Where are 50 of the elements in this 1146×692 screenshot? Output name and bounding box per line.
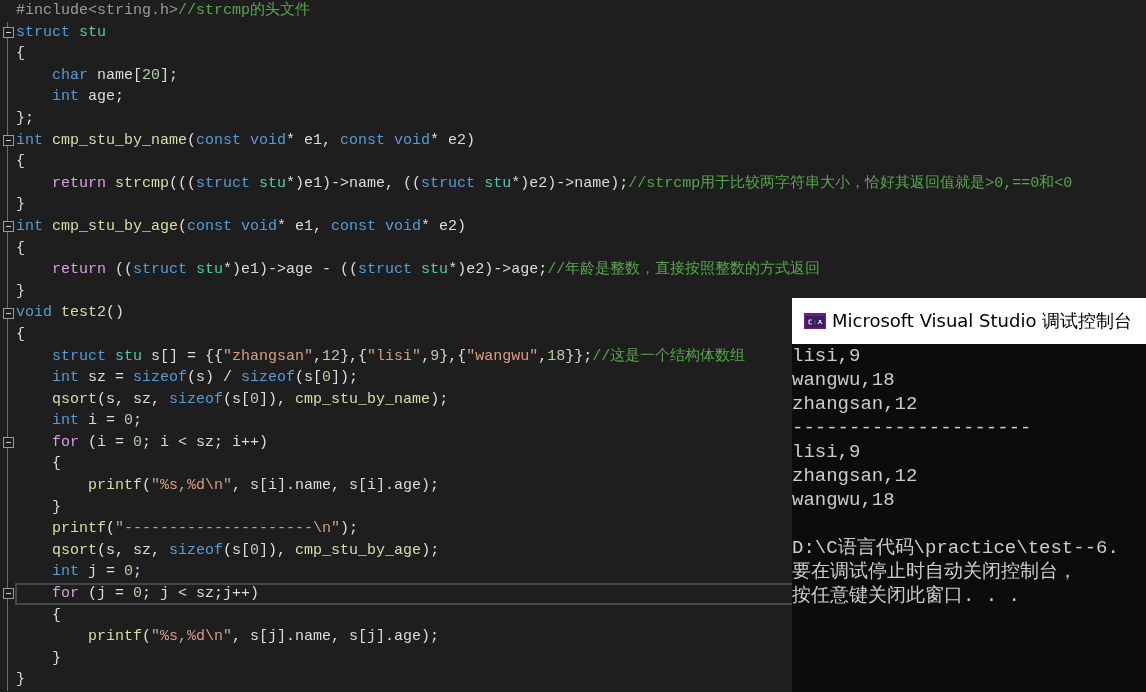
console-output-line: zhangsan,12 [792, 464, 918, 488]
code-line: int cmp_stu_by_name(const void* e1, const void* e2) [16, 130, 476, 151]
fold-toggle-icon[interactable] [2, 437, 14, 449]
code-line: } [51, 497, 61, 518]
console-output-line: D:\C语言代码\practice\test--6. [792, 536, 1119, 560]
code-line: #include<string.h>//strcmp的头文件 [16, 0, 311, 21]
console-output-line: 按任意键关闭此窗口. . . [792, 584, 1020, 608]
console-output-line: 要在调试停止时自动关闭控制台， [792, 560, 1077, 584]
code-line: }; [16, 108, 34, 129]
code-line: int sz = sizeof(s) / sizeof(s[0]); [51, 368, 359, 389]
code-line: int cmp_stu_by_age(const void* e1, const void* e2) [16, 216, 467, 237]
fold-toggle-icon[interactable] [2, 307, 14, 319]
code-line: } [51, 648, 61, 669]
code-line: struct stu [16, 22, 107, 43]
code-line: char name[20]; [51, 65, 179, 86]
console-output-line: wangwu,18 [792, 488, 895, 512]
console-app-icon [804, 313, 826, 329]
code-line: } [16, 281, 25, 302]
code-line: printf("---------------------\n"); [51, 519, 359, 540]
console-output-line: wangwu,18 [792, 368, 895, 392]
code-line: for (i = 0; i < sz; i++) [51, 432, 269, 453]
code-line: int i = 0; [51, 411, 143, 432]
code-line: { [16, 44, 25, 65]
fold-toggle-icon[interactable] [2, 26, 14, 38]
code-line: void test2() [16, 303, 125, 324]
code-line: qsort(s, sz, sizeof(s[0]), cmp_stu_by_age); [51, 540, 440, 561]
code-line: return ((struct stu*)e1)->age - ((struct stu*)e2)->age;//年龄是整数，直接按照整数的方式返回 [51, 259, 821, 281]
code-line: { [16, 324, 25, 345]
code-line: return strcmp(((struct stu*)e1)->name, ((struct stu*)e2)->name);//strcmp用于比较两字符串大小，恰好其返回值就是>0,==0和<0 [51, 173, 1073, 194]
console-output-line: lisi,9 [792, 440, 861, 464]
code-line: for (j = 0; j < sz;j++) [51, 584, 260, 605]
code-line: int age; [51, 87, 125, 108]
console-output-line: zhangsan,12 [792, 392, 918, 416]
code-line: { [16, 152, 25, 173]
code-line: printf("%s,%d\n", s[i].name, s[i].age); [87, 476, 440, 497]
code-line: qsort(s, sz, sizeof(s[0]), cmp_stu_by_name); [51, 389, 449, 410]
fold-toggle-icon[interactable] [2, 221, 14, 233]
code-line: } [16, 670, 25, 691]
console-output-line: --------------------- [792, 416, 1032, 440]
code-line: { [51, 605, 61, 626]
fold-toggle-icon[interactable] [2, 588, 14, 600]
console-title: Microsoft Visual Studio 调试控制台 [832, 309, 1133, 333]
code-line: { [16, 238, 25, 259]
code-line: { [51, 454, 61, 475]
code-line: struct stu s[] = {{"zhangsan",12},{"lisi",9},{"wangwu",18}};//这是一个结构体数组 [51, 346, 746, 367]
code-line: } [16, 195, 25, 216]
code-line: printf("%s,%d\n", s[j].name, s[j].age); [87, 627, 440, 648]
code-line: int j = 0; [51, 562, 143, 583]
console-output-line: lisi,9 [792, 344, 861, 368]
fold-toggle-icon[interactable] [2, 134, 14, 146]
